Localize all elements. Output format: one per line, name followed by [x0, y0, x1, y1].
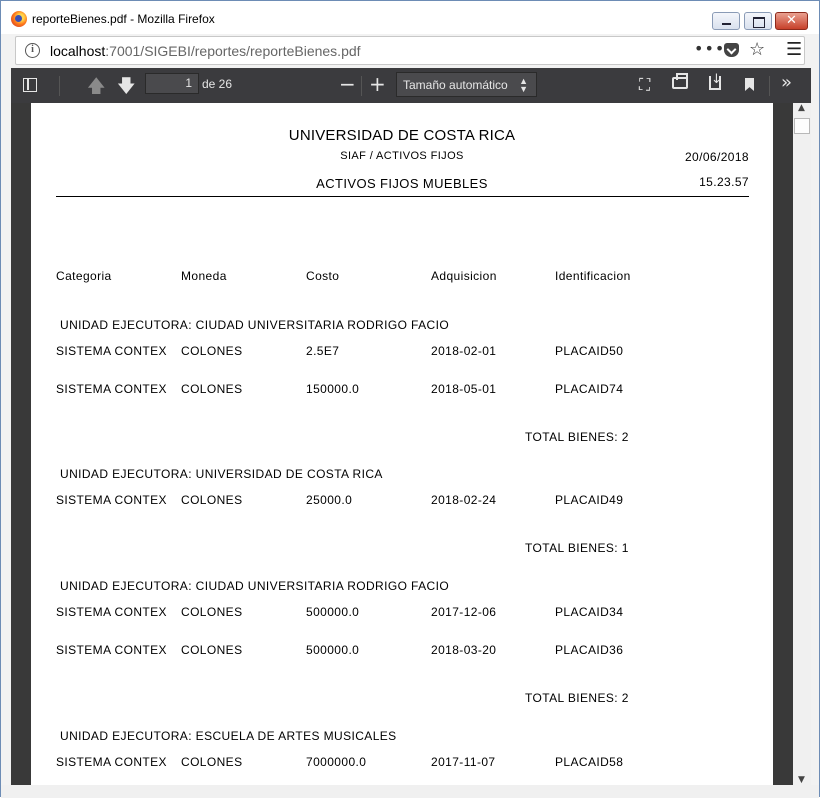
zoom-select-value: Tamaño automático	[403, 78, 508, 92]
close-button[interactable]: ✕	[775, 12, 808, 30]
cell-cost: 500000.0	[306, 643, 360, 657]
cell-acquisition: 2018-03-20	[431, 643, 497, 657]
column-header-cost: Costo	[306, 269, 340, 283]
cell-identification: PLACAID58	[555, 755, 624, 769]
cell-category: SISTEMA CONTEX	[56, 643, 167, 657]
maximize-button[interactable]	[744, 12, 772, 30]
cell-currency: COLONES	[181, 755, 243, 769]
url-text[interactable]: localhost:7001/SIGEBI/reportes/reporteBi…	[50, 43, 361, 59]
group-total: TOTAL BIENES: 2	[525, 691, 629, 705]
print-icon[interactable]	[672, 73, 688, 89]
status-strip	[1, 785, 819, 798]
report-heading: ACTIVOS FIJOS MUEBLES	[316, 176, 488, 191]
cell-acquisition: 2018-05-01	[431, 382, 497, 396]
toolbar-divider	[361, 76, 362, 96]
unit-heading: UNIDAD EJECUTORA: CIUDAD UNIVERSITARIA R…	[60, 579, 450, 593]
report-date: 20/06/2018	[684, 150, 749, 164]
report-title: UNIVERSIDAD DE COSTA RICA	[288, 127, 516, 144]
cell-identification: PLACAID34	[555, 605, 624, 619]
cell-identification: PLACAID36	[555, 643, 624, 657]
url-path: :7001/SIGEBI/reportes/reporteBienes.pdf	[105, 43, 361, 59]
scroll-up-icon[interactable]: ▲	[798, 103, 805, 113]
cell-currency: COLONES	[181, 643, 243, 657]
cell-cost: 150000.0	[306, 382, 360, 396]
vertical-scrollbar[interactable]: ▲ ▼	[793, 103, 811, 785]
cell-cost: 2.5E7	[306, 344, 340, 358]
zoom-select[interactable]: Tamaño automático ▲ ▼	[396, 72, 537, 97]
cell-identification: PLACAID74	[555, 382, 624, 396]
url-bar[interactable]: i localhost:7001/SIGEBI/reportes/reporte…	[15, 36, 805, 65]
page-actions-icon[interactable]: •••	[694, 39, 725, 58]
pdf-toolbar: 🡅 🡇 1 de 26 − + Tamaño automático ▲▼ ⛶ »	[11, 68, 811, 103]
page-count-label: de 26	[202, 77, 233, 91]
zoom-in-icon[interactable]: +	[369, 72, 386, 107]
url-host: localhost	[50, 43, 106, 59]
group-total: TOTAL BIENES: 2	[525, 430, 629, 444]
cell-currency: COLONES	[181, 605, 243, 619]
cell-acquisition: 2017-12-06	[431, 605, 497, 619]
column-header-acquisition: Adquisicion	[431, 269, 497, 283]
firefox-window: reporteBienes.pdf - Mozilla Firefox ✕ i …	[0, 0, 820, 798]
cell-acquisition: 2018-02-01	[431, 344, 497, 358]
firefox-logo-icon	[11, 11, 27, 27]
column-header-identification: Identificacion	[555, 269, 631, 283]
page-number-input[interactable]: 1	[145, 73, 199, 94]
zoom-out-icon[interactable]: −	[339, 72, 356, 107]
sidebar-toggle-icon[interactable]	[23, 78, 37, 92]
current-view-bookmark-icon[interactable]	[745, 78, 754, 91]
scroll-down-icon[interactable]: ▼	[798, 775, 805, 785]
download-icon[interactable]	[709, 72, 722, 90]
bookmark-star-icon[interactable]: ☆	[749, 39, 765, 60]
group-total: TOTAL BIENES: 1	[525, 541, 629, 555]
pdf-page: UNIVERSIDAD DE COSTA RICA SIAF / ACTIVOS…	[31, 103, 773, 785]
cell-acquisition: 2018-02-24	[431, 493, 497, 507]
tools-menu-icon[interactable]: »	[781, 72, 792, 107]
cell-cost: 25000.0	[306, 493, 353, 507]
cell-currency: COLONES	[181, 382, 243, 396]
hamburger-menu-icon[interactable]: ☰	[786, 39, 802, 60]
title-bar: reporteBienes.pdf - Mozilla Firefox ✕	[1, 1, 819, 34]
cell-currency: COLONES	[181, 493, 243, 507]
column-header-currency: Moneda	[181, 269, 227, 283]
cell-cost: 7000000.0	[306, 755, 367, 769]
info-icon[interactable]: i	[25, 43, 40, 58]
cell-identification: PLACAID49	[555, 493, 624, 507]
cell-category: SISTEMA CONTEX	[56, 755, 167, 769]
pocket-icon[interactable]	[724, 43, 739, 57]
unit-heading: UNIDAD EJECUTORA: UNIVERSIDAD DE COSTA R…	[60, 467, 383, 481]
toolbar-divider	[59, 76, 60, 96]
cell-category: SISTEMA CONTEX	[56, 382, 167, 396]
column-header-category: Categoria	[56, 269, 112, 283]
close-icon: ✕	[786, 13, 797, 28]
cell-category: SISTEMA CONTEX	[56, 344, 167, 358]
window-title: reporteBienes.pdf - Mozilla Firefox	[32, 12, 215, 26]
report-subtitle: SIAF / ACTIVOS FIJOS	[340, 150, 464, 162]
unit-heading: UNIDAD EJECUTORA: CIUDAD UNIVERSITARIA R…	[60, 318, 450, 332]
cell-category: SISTEMA CONTEX	[56, 493, 167, 507]
header-rule	[56, 196, 749, 197]
report-time: 15.23.57	[699, 175, 749, 189]
cell-cost: 500000.0	[306, 605, 360, 619]
cell-category: SISTEMA CONTEX	[56, 605, 167, 619]
cell-currency: COLONES	[181, 344, 243, 358]
pdf-viewer[interactable]: UNIVERSIDAD DE COSTA RICA SIAF / ACTIVOS…	[11, 103, 793, 785]
minimize-button[interactable]	[712, 12, 740, 30]
cell-identification: PLACAID50	[555, 344, 624, 358]
scroll-thumb[interactable]	[794, 118, 810, 134]
select-chevron-icon: ▲ ▼	[519, 76, 528, 94]
unit-heading: UNIDAD EJECUTORA: ESCUELA DE ARTES MUSIC…	[60, 729, 397, 743]
cell-acquisition: 2017-11-07	[431, 755, 496, 769]
toolbar-divider	[769, 76, 770, 96]
